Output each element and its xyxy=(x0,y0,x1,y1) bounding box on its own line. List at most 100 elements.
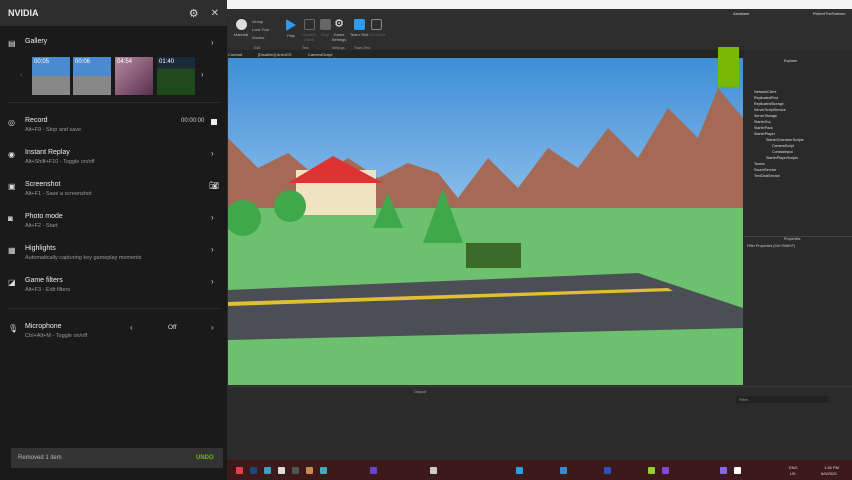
tree-item[interactable]: ServerStorage xyxy=(754,114,777,118)
photo-mode-shortcut: Alt+F2 - Start xyxy=(25,223,58,229)
app-icon[interactable] xyxy=(320,467,327,474)
gallery-next-icon[interactable]: › xyxy=(201,70,204,79)
tree-item[interactable]: StarterPlayerScripts xyxy=(766,156,798,160)
gallery-thumbnail[interactable]: 04:54 xyxy=(115,57,153,95)
tree-item[interactable]: NetworkClient xyxy=(754,90,776,94)
assistant-button[interactable]: Assistant xyxy=(733,11,749,16)
thumbnail-duration: 04:54 xyxy=(117,59,133,65)
group-button[interactable]: Group xyxy=(252,19,282,24)
game-viewport[interactable] xyxy=(228,58,743,385)
gallery-prev-icon[interactable]: ‹ xyxy=(20,70,23,79)
thumbnail-duration: 01:40 xyxy=(159,59,175,65)
tree-item[interactable]: StarterPlayer xyxy=(754,132,775,136)
toast-notification: Removed 1 item UNDO xyxy=(11,448,223,468)
language-indicator[interactable]: ENG xyxy=(789,465,798,470)
game-settings-button[interactable]: ⚙ Game Settings xyxy=(328,19,350,43)
tree-item[interactable]: ReplicatedFirst xyxy=(754,96,778,100)
clock-date[interactable]: 6/9/2025 xyxy=(821,471,837,476)
scene xyxy=(228,88,743,385)
tree-item[interactable]: SoundService xyxy=(754,168,776,172)
tree-item[interactable]: Teams xyxy=(754,162,765,166)
app-icon[interactable] xyxy=(560,467,567,474)
gallery-icon: ▤ xyxy=(8,39,16,48)
app-icon[interactable] xyxy=(430,467,437,474)
game-filters-icon: ◪ xyxy=(8,278,16,287)
camera-icon[interactable]: 📷︎ xyxy=(209,181,219,190)
tree-item[interactable]: CameraScript xyxy=(772,144,794,148)
app-icon[interactable] xyxy=(662,467,669,474)
gallery-thumbnail[interactable]: 00:05 xyxy=(32,57,70,95)
tab-animgs[interactable]: [Disabled] AnimGS xyxy=(258,52,292,57)
tree-item[interactable]: TextChatService xyxy=(754,174,780,178)
output-title: Output xyxy=(414,389,427,394)
gallery-label: Gallery xyxy=(25,38,48,45)
chevron-left-icon[interactable]: ‹ xyxy=(130,323,133,332)
app-icon[interactable] xyxy=(648,467,655,474)
tab-camerascript[interactable]: CameraScript xyxy=(308,52,332,57)
chevron-right-icon[interactable]: › xyxy=(211,323,214,332)
screenshot-label: Screenshot xyxy=(25,181,61,188)
tree xyxy=(274,190,306,222)
explorer-title: Explorer xyxy=(784,59,798,63)
app-icon[interactable] xyxy=(306,467,313,474)
app-icon[interactable] xyxy=(370,467,377,474)
tree-item[interactable]: StarterCharacterScripts xyxy=(766,138,804,142)
label: Material xyxy=(233,32,249,37)
app-icon[interactable] xyxy=(264,467,271,474)
lock-tool-button[interactable]: Lock Tool xyxy=(252,27,282,32)
material-button[interactable]: Material xyxy=(230,19,252,37)
region-indicator[interactable]: US xyxy=(790,471,796,476)
chevron-right-icon: › xyxy=(211,277,214,286)
chevron-right-icon: › xyxy=(211,149,214,158)
app-icon[interactable] xyxy=(604,467,611,474)
game-filters-shortcut: Alt+F3 - Edit filters xyxy=(25,287,71,293)
play-icon xyxy=(286,19,296,31)
thumbnail-duration: 00:06 xyxy=(75,59,91,65)
highlights-description: Automatically capturing key gameplay mom… xyxy=(25,255,142,261)
undo-button[interactable]: UNDO xyxy=(196,455,214,461)
screenshot-shortcut: Alt+F1 - Save a screenshot xyxy=(25,191,92,197)
instant-replay-label: Instant Replay xyxy=(25,149,70,156)
properties-title: Properties xyxy=(784,237,801,241)
client-icon xyxy=(303,19,315,30)
highlights-icon: ▦ xyxy=(8,246,16,255)
gallery-thumbnail[interactable]: 00:06 xyxy=(73,57,111,95)
app-icon[interactable] xyxy=(734,467,741,474)
exit-icon xyxy=(370,19,382,30)
instant-replay-shortcut: Alt+Shift+F10 - Toggle on/off xyxy=(25,159,95,165)
tree-item[interactable]: StarterGui xyxy=(754,120,770,124)
divider xyxy=(8,102,220,103)
record-icon: ◎ xyxy=(8,118,15,127)
team-test-icon xyxy=(353,19,365,30)
screenshot-icon: ▣ xyxy=(8,182,16,191)
record-timer: 00:00:00 xyxy=(181,118,205,124)
tree-item[interactable]: ReplicatedStorage xyxy=(754,102,784,106)
app-icon[interactable] xyxy=(516,467,523,474)
anchor-button[interactable]: Anchor xyxy=(252,35,282,40)
clock-time[interactable]: 1:46 PM xyxy=(824,465,839,470)
label: Anchor xyxy=(252,35,265,40)
properties-filter[interactable]: Filter Properties (Ctrl+Shift+P) xyxy=(747,244,795,248)
app-icon[interactable] xyxy=(720,467,727,474)
tree-item[interactable]: CombatInput xyxy=(772,150,793,154)
nvidia-overlay-panel: NVIDIA ⚙ ✕ ▤ Gallery › ‹ 00:05 00:06 04:… xyxy=(0,0,227,480)
tree-item[interactable]: ServerScriptService xyxy=(754,108,786,112)
output-filter-input[interactable]: Filter... xyxy=(736,396,828,403)
user-name[interactable]: RobertTheSalmon xyxy=(813,11,845,16)
app-icon[interactable] xyxy=(278,467,285,474)
gallery-thumbnail[interactable]: 01:40 xyxy=(157,57,195,95)
studio-toolbar: Material Group Lock Tool Anchor Play Cur… xyxy=(228,9,852,50)
thumbnail-duration: 00:05 xyxy=(34,59,50,65)
tree-item[interactable]: StarterPack xyxy=(754,126,773,130)
close-icon[interactable]: ✕ xyxy=(211,8,219,19)
app-icon[interactable] xyxy=(292,467,299,474)
app-icon[interactable] xyxy=(236,467,243,474)
tab-combat[interactable]: Combat xyxy=(228,52,242,57)
chevron-right-icon: › xyxy=(211,213,214,222)
stop-icon[interactable] xyxy=(211,119,217,125)
photo-mode-icon: ◙ xyxy=(8,214,13,223)
label: Play xyxy=(287,33,295,38)
exit-game-button[interactable]: Exit Game xyxy=(365,19,387,37)
gear-icon[interactable]: ⚙ xyxy=(189,7,199,20)
app-icon[interactable] xyxy=(250,467,257,474)
